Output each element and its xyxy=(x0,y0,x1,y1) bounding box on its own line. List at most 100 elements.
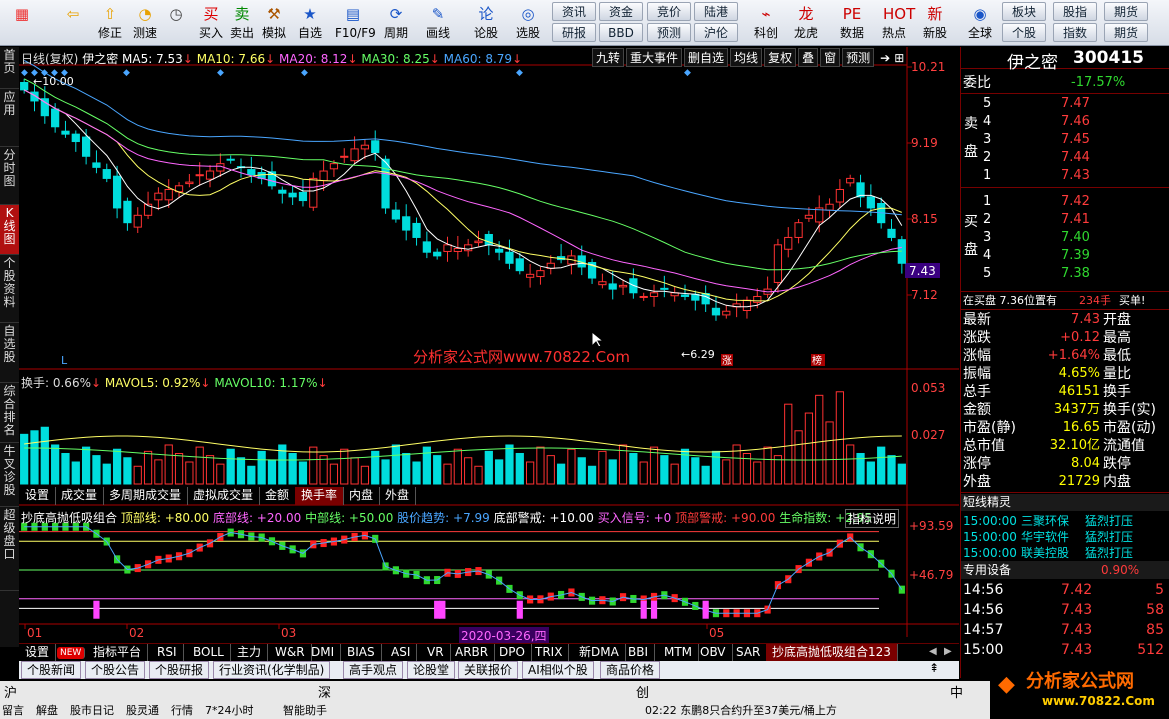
bottom-link-5[interactable]: 7*24小时 xyxy=(205,702,254,718)
sprite-row-2[interactable]: 15:00:00 联美控股 猛烈打压 xyxy=(961,544,1169,562)
toolbar-small-button-7[interactable]: 沪伦 xyxy=(694,23,738,42)
pin-icon[interactable]: ➔ xyxy=(880,51,890,65)
maximize-icon[interactable]: ⊞ xyxy=(894,51,904,65)
indicator-tab-2[interactable]: 指标平台 xyxy=(87,644,149,662)
indicator-tab-5[interactable]: 主力 xyxy=(231,644,269,662)
toolbar-button-17[interactable]: HOT 热点 xyxy=(876,2,915,44)
toolbar-small-button-1[interactable]: 资金 xyxy=(599,2,643,21)
volume-tab-1[interactable]: 成交量 xyxy=(55,487,105,505)
toolbar-button-11[interactable]: ✎ 画线 xyxy=(420,2,456,44)
bottom-link-3[interactable]: 股灵通 xyxy=(126,702,159,718)
news-tab-3[interactable]: 行业资讯(化学制品) xyxy=(213,661,331,679)
toolbar-button-0[interactable]: ▦ xyxy=(4,2,40,44)
toolbar-button-7[interactable]: ⚒ 模拟 xyxy=(256,2,292,44)
toolbar-button-14[interactable]: ⌁ 科创 xyxy=(748,2,784,44)
indicator-tab-11[interactable]: ARBR xyxy=(449,644,496,662)
news-tab-8[interactable]: 商品价格 xyxy=(600,661,661,679)
left-nav-item-6[interactable]: 综合排名 xyxy=(0,383,19,443)
indicator-tab-18[interactable]: SAR xyxy=(730,644,768,662)
toolbar-button-19[interactable]: ◉ 全球 xyxy=(962,2,998,44)
market-label-3[interactable]: 中 xyxy=(950,682,963,701)
bottom-link-0[interactable]: 留言 xyxy=(2,702,24,718)
toolbar-small-button-3[interactable]: 陆港 xyxy=(694,2,738,21)
volume-tab-2[interactable]: 多周期成交量 xyxy=(103,487,189,505)
toolbar-small-button-4[interactable]: 研报 xyxy=(552,23,596,42)
bottom-link-1[interactable]: 解盘 xyxy=(36,702,58,718)
indicator-tab-13[interactable]: TRIX xyxy=(529,644,570,662)
toolbar-small-button-9[interactable]: 股指 xyxy=(1053,2,1097,21)
news-tab-6[interactable]: 关联报价 xyxy=(458,661,519,679)
kline-button-7[interactable]: 预测 xyxy=(842,48,875,67)
kline-button-3[interactable]: 均线 xyxy=(730,48,763,67)
indicator-tab-16[interactable]: MTM xyxy=(658,644,700,662)
toolbar-button-4[interactable]: ◷ xyxy=(158,2,194,44)
chart-area[interactable]: 10.21 9.19 8.15 7.12 7.43 0.053 0.027 +93.59 +46… xyxy=(19,47,959,647)
indicator-tab-8[interactable]: BIAS xyxy=(341,644,382,662)
toolbar-button-15[interactable]: 龙龙虎 xyxy=(788,2,824,44)
tab-scroll-right-icon[interactable]: ▶ xyxy=(944,646,952,657)
indicator-tab-10[interactable]: VR xyxy=(421,644,451,662)
toolbar-small-button-5[interactable]: BBD xyxy=(599,23,643,42)
toolbar-small-button-8[interactable]: 板块 xyxy=(1002,2,1046,21)
left-nav-item-5[interactable]: 自选股 xyxy=(0,323,19,383)
left-nav-item-8[interactable]: 超级盘口 xyxy=(0,507,19,591)
volume-tab-0[interactable]: 设置 xyxy=(19,487,57,505)
volume-tab-7[interactable]: 外盘 xyxy=(379,487,417,505)
indicator-explain-button[interactable]: 指标说明 xyxy=(845,509,900,528)
kline-button-4[interactable]: 复权 xyxy=(764,48,797,67)
toolbar-small-button-0[interactable]: 资讯 xyxy=(552,2,596,21)
toolbar-button-8[interactable]: ★ 自选 xyxy=(292,2,328,44)
indicator-tab-17[interactable]: OBV xyxy=(694,644,733,662)
bottom-link-6[interactable]: 智能助手 xyxy=(283,702,327,718)
toolbar-button-12[interactable]: 论论股 xyxy=(468,2,504,44)
indicator-tab-1[interactable]: NEW xyxy=(57,647,86,659)
news-tab-7[interactable]: AI相似个股 xyxy=(522,661,594,679)
toolbar-small-button-6[interactable]: 预测 xyxy=(647,23,691,42)
kline-button-0[interactable]: 九转 xyxy=(592,48,625,67)
toolbar-button-10[interactable]: ⟳ 周期 xyxy=(378,2,414,44)
toolbar-button-6[interactable]: 卖卖出 xyxy=(224,2,260,44)
indicator-tab-19[interactable]: 抄底高抛低吸组合123 xyxy=(766,644,898,662)
left-nav-item-1[interactable]: 应用 xyxy=(0,89,19,147)
bottom-link-4[interactable]: 行情 xyxy=(171,702,193,718)
toolbar-button-1[interactable]: ⇦ xyxy=(55,2,91,44)
volume-tab-5[interactable]: 换手率 xyxy=(295,487,345,505)
toolbar-small-button-11[interactable]: 个股 xyxy=(1002,23,1046,42)
news-ticker[interactable]: 02:22 东鹏8只合约升至37美元/桶上方 xyxy=(645,702,965,718)
indicator-tab-0[interactable]: 设置 xyxy=(19,644,57,662)
bottom-link-2[interactable]: 股市日记 xyxy=(70,702,114,718)
indicator-tab-12[interactable]: DPO xyxy=(493,644,532,662)
toolbar-button-2[interactable]: ⇧ 修正 xyxy=(92,2,128,44)
market-label-0[interactable]: 沪 xyxy=(4,682,17,701)
toolbar-small-button-12[interactable]: 指数 xyxy=(1053,23,1097,42)
news-tab-1[interactable]: 个股公告 xyxy=(85,661,146,679)
toolbar-small-button-2[interactable]: 竞价 xyxy=(647,2,691,21)
news-tab-0[interactable]: 个股新闻 xyxy=(21,661,82,679)
volume-tab-4[interactable]: 金额 xyxy=(259,487,297,505)
market-label-1[interactable]: 深 xyxy=(318,682,331,701)
indicator-tab-9[interactable]: ASI xyxy=(385,644,418,662)
indicator-tab-14[interactable]: 新DMA xyxy=(573,644,626,662)
collapse-panel-icon[interactable]: ⇞ xyxy=(929,661,939,675)
volume-tab-6[interactable]: 内盘 xyxy=(343,487,381,505)
kline-button-5[interactable]: 叠 xyxy=(798,48,819,67)
kline-button-2[interactable]: 删自选 xyxy=(684,48,729,67)
left-nav-item-0[interactable]: 首页 xyxy=(0,47,19,89)
kline-button-6[interactable]: 窗 xyxy=(820,48,841,67)
news-tab-2[interactable]: 个股研报 xyxy=(149,661,210,679)
toolbar-button-18[interactable]: 新新股 xyxy=(917,2,953,44)
indicator-tab-3[interactable]: RSI xyxy=(151,644,184,662)
left-nav-item-7[interactable]: 牛叉诊股 xyxy=(0,443,19,507)
sector-row[interactable]: 专用设备 0.90% xyxy=(961,561,1169,579)
toolbar-small-button-10[interactable]: 期货 xyxy=(1104,2,1148,21)
news-tab-4[interactable]: 高手观点 xyxy=(343,661,404,679)
toolbar-button-13[interactable]: ◎ 选股 xyxy=(510,2,546,44)
sprite-title[interactable]: 短线精灵 xyxy=(961,494,1169,511)
toolbar-button-16[interactable]: PE 数据 xyxy=(834,2,870,44)
tab-scroll-left-icon[interactable]: ◀ xyxy=(929,646,937,657)
indicator-tab-7[interactable]: DMI xyxy=(305,644,342,662)
indicator-tab-15[interactable]: BBI xyxy=(622,644,656,662)
kline-button-1[interactable]: 重大事件 xyxy=(626,48,683,67)
toolbar-button-9[interactable]: ▤ F10/F9 xyxy=(335,2,376,44)
left-nav-item-3[interactable]: K线图 xyxy=(0,205,19,255)
